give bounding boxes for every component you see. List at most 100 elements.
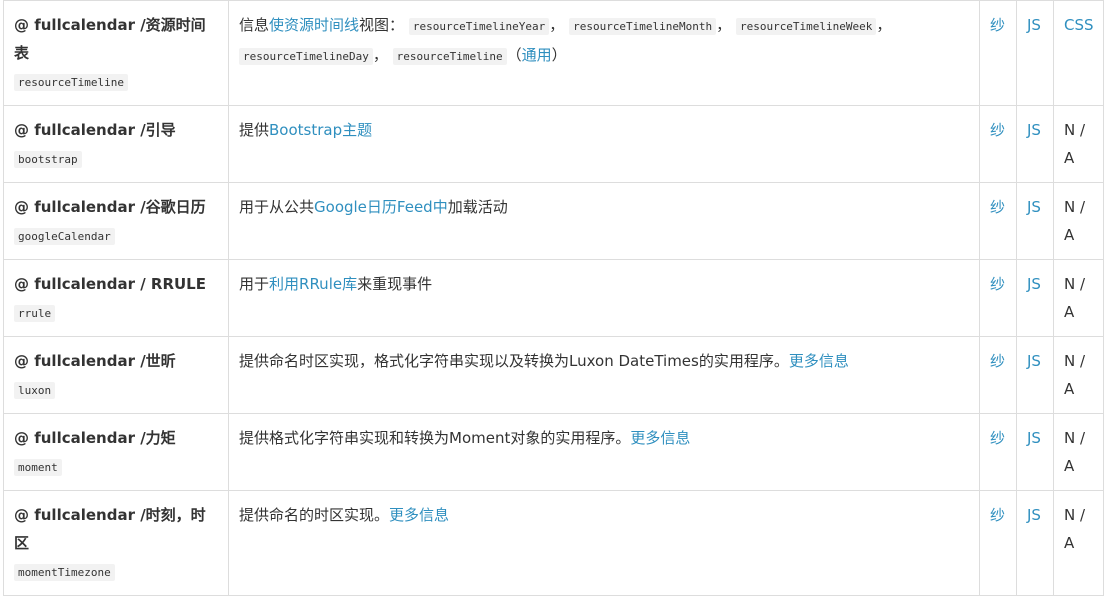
js-cell: JS	[1016, 0, 1054, 106]
js-link[interactable]: JS	[1027, 429, 1041, 447]
description-text: 加载活动	[447, 198, 508, 216]
description-link[interactable]: Google日历Feed中	[314, 198, 448, 216]
package-cell: @ fullcalendar /资源时间表 resourceTimeline	[3, 0, 229, 106]
description-cell: 提供命名的时区实现。更多信息	[228, 490, 980, 596]
package-name: @ fullcalendar /谷歌日历	[14, 198, 206, 216]
description-text: 用于从公共	[239, 198, 315, 216]
yarn-cell: 纱	[979, 182, 1017, 260]
js-cell: JS	[1016, 490, 1054, 596]
description-text: 来重现事件	[357, 275, 433, 293]
js-link[interactable]: JS	[1027, 121, 1041, 139]
js-link[interactable]: JS	[1027, 352, 1041, 370]
description-text: 提供命名的时区实现。	[239, 506, 390, 524]
table-row: @ fullcalendar /世昕 luxon 提供命名时区实现，格式化字符串…	[3, 336, 1104, 414]
yarn-cell: 纱	[979, 490, 1017, 596]
description-link[interactable]: Bootstrap主题	[269, 121, 372, 139]
css-cell: N / A	[1053, 490, 1104, 596]
yarn-link[interactable]: 纱	[990, 198, 1005, 216]
package-cell: @ fullcalendar /世昕 luxon	[3, 336, 229, 414]
package-name: @ fullcalendar /资源时间表	[14, 16, 206, 62]
paren: ）	[551, 46, 567, 64]
css-cell: N / A	[1053, 413, 1104, 491]
description-text: 提供	[239, 121, 270, 139]
css-link[interactable]: CSS	[1064, 16, 1094, 34]
package-code: luxon	[14, 382, 56, 399]
js-link[interactable]: JS	[1027, 198, 1041, 216]
separator: ，	[549, 16, 565, 34]
js-cell: JS	[1016, 336, 1054, 414]
package-code: bootstrap	[14, 151, 82, 168]
css-na: N / A	[1064, 352, 1086, 398]
description-cell: 用于利用RRule库来重现事件	[228, 259, 980, 337]
css-na: N / A	[1064, 506, 1086, 552]
description-cell: 提供格式化字符串实现和转换为Moment对象的实用程序。更多信息	[228, 413, 980, 491]
package-cell: @ fullcalendar /时刻，时区 momentTimezone	[3, 490, 229, 596]
yarn-link[interactable]: 纱	[990, 121, 1005, 139]
more-info-link[interactable]: 更多信息	[630, 429, 690, 447]
view-code: resourceTimelineWeek	[735, 18, 877, 35]
separator: ，	[716, 16, 732, 34]
description-text: 视图：	[359, 16, 405, 34]
description-cell: 提供命名时区实现，格式化字符串实现以及转换为Luxon DateTimes的实用…	[228, 336, 980, 414]
yarn-link[interactable]: 纱	[990, 275, 1005, 293]
more-info-link[interactable]: 更多信息	[389, 506, 449, 524]
js-link[interactable]: JS	[1027, 16, 1041, 34]
js-link[interactable]: JS	[1027, 275, 1041, 293]
description-text: 信息	[239, 16, 270, 34]
yarn-cell: 纱	[979, 259, 1017, 337]
js-cell: JS	[1016, 105, 1054, 183]
view-code: resourceTimelineDay	[239, 48, 373, 65]
package-cell: @ fullcalendar / RRULE rrule	[3, 259, 229, 337]
js-cell: JS	[1016, 182, 1054, 260]
css-na: N / A	[1064, 429, 1086, 475]
package-name: @ fullcalendar /引导	[14, 121, 176, 139]
package-cell: @ fullcalendar /引导 bootstrap	[3, 105, 229, 183]
separator: ，	[372, 46, 388, 64]
package-name: @ fullcalendar / RRULE	[14, 275, 206, 293]
css-cell: N / A	[1053, 336, 1104, 414]
plugins-table: @ fullcalendar /资源时间表 resourceTimeline 信…	[3, 0, 1104, 596]
package-code: resourceTimeline	[14, 74, 128, 91]
description-link[interactable]: 利用RRule库	[269, 275, 357, 293]
table-row: @ fullcalendar /资源时间表 resourceTimeline 信…	[3, 0, 1104, 106]
yarn-link[interactable]: 纱	[990, 506, 1005, 524]
yarn-link[interactable]: 纱	[990, 429, 1005, 447]
table-row: @ fullcalendar /力矩 moment 提供格式化字符串实现和转换为…	[3, 413, 1104, 491]
generic-link[interactable]: 通用	[522, 46, 552, 64]
package-name: @ fullcalendar /力矩	[14, 429, 176, 447]
description-text: 提供格式化字符串实现和转换为Moment对象的实用程序。	[239, 429, 631, 447]
more-info-link[interactable]: 更多信息	[789, 352, 849, 370]
package-name: @ fullcalendar /世昕	[14, 352, 176, 370]
css-cell: N / A	[1053, 182, 1104, 260]
description-cell: 用于从公共Google日历Feed中加载活动	[228, 182, 980, 260]
description-text: 提供命名时区实现，格式化字符串实现以及转换为Luxon DateTimes的实用…	[239, 352, 789, 370]
css-cell: N / A	[1053, 259, 1104, 337]
yarn-cell: 纱	[979, 413, 1017, 491]
package-code: rrule	[14, 305, 56, 322]
view-code: resourceTimelineYear	[408, 18, 550, 35]
separator: ，	[876, 16, 892, 34]
yarn-link[interactable]: 纱	[990, 352, 1005, 370]
description-cell: 提供Bootstrap主题	[228, 105, 980, 183]
view-code: resourceTimeline	[392, 48, 507, 65]
js-link[interactable]: JS	[1027, 506, 1041, 524]
paren: （	[506, 46, 522, 64]
table-row: @ fullcalendar / RRULE rrule 用于利用RRule库来…	[3, 259, 1104, 337]
package-name: @ fullcalendar /时刻，时区	[14, 506, 206, 552]
description-link[interactable]: 使资源时间线	[269, 16, 359, 34]
css-na: N / A	[1064, 275, 1086, 321]
yarn-cell: 纱	[979, 0, 1017, 106]
yarn-cell: 纱	[979, 105, 1017, 183]
package-code: momentTimezone	[14, 564, 115, 581]
description-cell: 信息使资源时间线视图： resourceTimelineYear， resour…	[228, 0, 980, 106]
table-row: @ fullcalendar /谷歌日历 googleCalendar 用于从公…	[3, 182, 1104, 260]
view-code: resourceTimelineMonth	[569, 18, 717, 35]
js-cell: JS	[1016, 259, 1054, 337]
js-cell: JS	[1016, 413, 1054, 491]
yarn-link[interactable]: 纱	[990, 16, 1005, 34]
css-na: N / A	[1064, 198, 1086, 244]
package-cell: @ fullcalendar /力矩 moment	[3, 413, 229, 491]
css-na: N / A	[1064, 121, 1086, 167]
yarn-cell: 纱	[979, 336, 1017, 414]
table-row: @ fullcalendar /时刻，时区 momentTimezone 提供命…	[3, 490, 1104, 596]
